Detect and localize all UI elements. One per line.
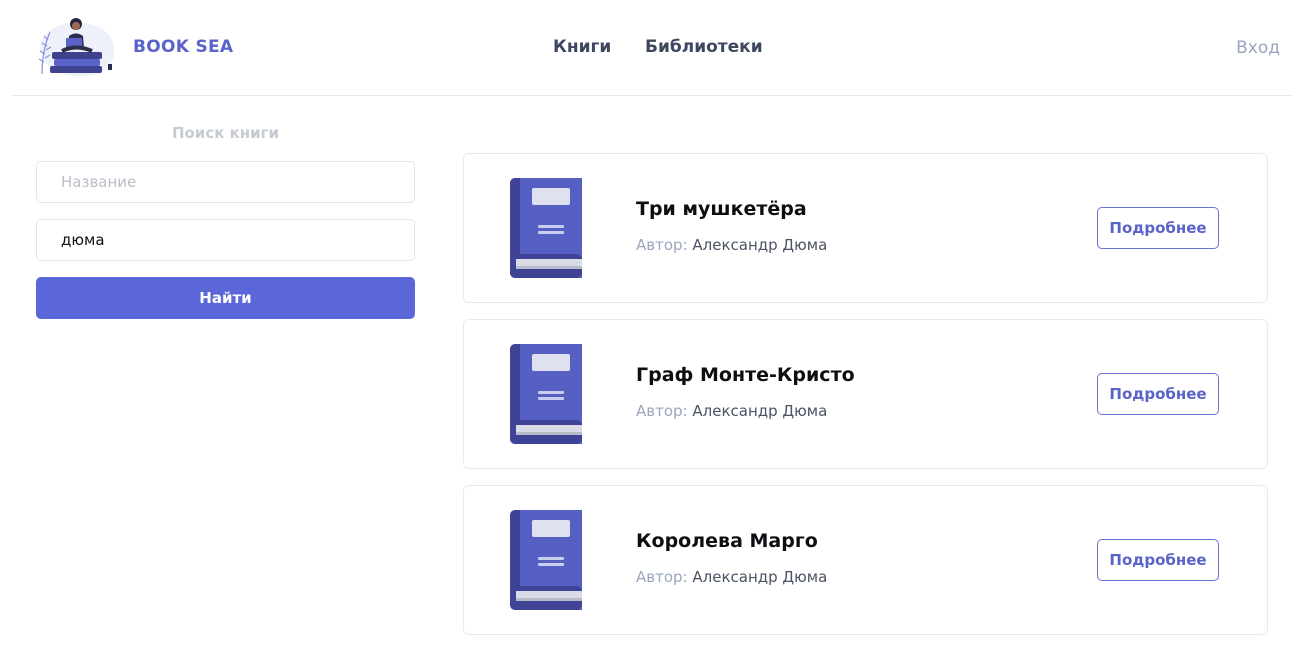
book-title-input[interactable] [36,161,415,203]
book-title: Три мушкетёра [636,198,807,220]
book-title: Королева Марго [636,530,818,552]
logo-illustration-icon[interactable] [36,14,120,80]
book-cover-icon [510,344,584,444]
book-author: Автор: Александр Дюма [636,568,827,586]
details-button[interactable]: Подробнее [1097,207,1219,249]
author-name: Александр Дюма [692,402,828,420]
author-name: Александр Дюма [692,236,828,254]
nav-link-books[interactable]: Книги [553,37,611,57]
author-label: Автор: [636,568,688,586]
book-cover-icon [510,510,584,610]
top-navbar: BOOK SEA Книги Библиотеки Вход [12,0,1292,96]
author-label: Автор: [636,402,688,420]
nav-link-libraries[interactable]: Библиотеки [645,37,763,57]
details-button[interactable]: Подробнее [1097,373,1219,415]
book-cover-icon [510,178,584,278]
book-card: Три мушкетёра Автор: Александр Дюма Подр… [463,153,1268,303]
author-input[interactable] [36,219,415,261]
book-author: Автор: Александр Дюма [636,402,827,420]
login-link[interactable]: Вход [1236,38,1280,58]
brand-name-link[interactable]: BOOK SEA [133,37,233,57]
search-panel-title: Поиск книги [171,124,280,142]
search-submit-button[interactable]: Найти [36,277,415,319]
book-title: Граф Монте-Кристо [636,364,855,386]
author-label: Автор: [636,236,688,254]
book-author: Автор: Александр Дюма [636,236,827,254]
details-button[interactable]: Подробнее [1097,539,1219,581]
author-name: Александр Дюма [692,568,828,586]
book-card: Королева Марго Автор: Александр Дюма Под… [463,485,1268,635]
book-card: Граф Монте-Кристо Автор: Александр Дюма … [463,319,1268,469]
